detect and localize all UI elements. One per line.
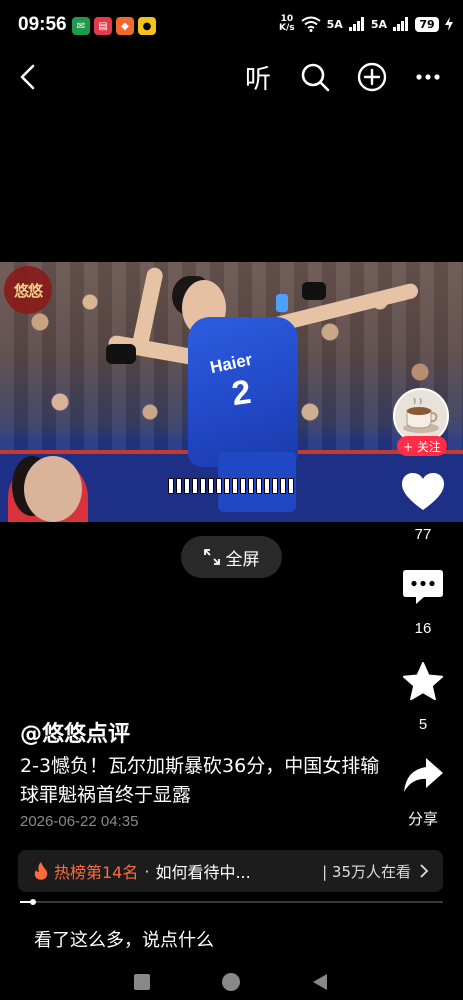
add-button[interactable] <box>352 55 392 99</box>
search-icon <box>301 63 330 92</box>
system-nav-bar <box>0 966 463 1000</box>
star-icon <box>403 662 443 701</box>
hot-rank-label: 热榜第14名 <box>54 863 139 882</box>
charging-icon <box>445 17 453 31</box>
player-elbow-sleeve <box>106 344 136 364</box>
hot-viewers: | 35万人在看 <box>322 862 411 881</box>
fullscreen-button[interactable]: 全屏 <box>181 536 282 578</box>
hot-topic: 如何看待中... <box>155 863 251 882</box>
comment-count: 16 <box>414 620 432 637</box>
video-progress-track[interactable] <box>20 901 443 903</box>
heart-icon <box>402 473 444 510</box>
listen-label: 听 <box>244 64 271 95</box>
signal-icon <box>393 17 408 31</box>
top-nav: 听 <box>0 55 463 99</box>
follow-button[interactable]: + 关注 <box>397 436 447 456</box>
hot-list-banner[interactable]: 热榜第14名 · 如何看待中... | 35万人在看 <box>18 850 443 892</box>
app-notification-icon: ✉ <box>72 17 90 35</box>
post-title: 2-3憾负！瓦尔加斯暴砍36分，中国女排输球罪魁祸首终于显露 <box>20 755 380 806</box>
author-name[interactable]: @悠悠点评 <box>20 716 130 748</box>
back-arrow-icon <box>20 64 35 90</box>
favorite-count: 5 <box>418 716 428 733</box>
subtitle-placeholder <box>156 478 306 494</box>
fullscreen-label: 全屏 <box>225 549 260 570</box>
player-arm-band <box>276 294 288 312</box>
net-speed: 10 K/s <box>279 15 295 33</box>
listen-button[interactable]: 听 <box>238 55 278 99</box>
plus-circle-icon <box>357 62 387 92</box>
player-wrist-band <box>302 282 326 300</box>
app-notification-icon: ▤ <box>94 17 112 35</box>
app-notification-icon: ● <box>138 17 156 35</box>
battery-indicator: 79 <box>415 16 439 32</box>
search-button[interactable] <box>295 55 335 99</box>
comment-input[interactable]: 看了这么多，说点什么 <box>34 926 214 952</box>
like-count: 77 <box>414 526 432 543</box>
status-time: 09:56 <box>18 14 67 35</box>
hot-separator: · <box>144 861 150 881</box>
like-button[interactable]: 77 <box>393 472 453 543</box>
comment-button[interactable]: 16 <box>393 568 453 637</box>
coffee-cup-icon <box>403 398 439 433</box>
status-indicators: 10 K/s 5A 5A 79 <box>279 15 453 33</box>
signal-icon <box>348 17 364 31</box>
more-button[interactable] <box>408 55 448 99</box>
back-triangle-icon[interactable] <box>312 973 328 991</box>
share-button[interactable]: 分享 <box>393 756 453 829</box>
opponent-head <box>24 456 82 522</box>
status-bar: 09:56 ✉ ▤ ◆ ● 10 K/s 5A 5A 79 <box>0 0 463 50</box>
chevron-right-icon <box>420 864 429 878</box>
recents-button[interactable] <box>134 974 150 990</box>
wifi-icon <box>301 16 321 32</box>
share-arrow-icon <box>404 758 443 792</box>
home-button[interactable] <box>222 973 240 991</box>
expand-icon <box>203 549 220 565</box>
back-button[interactable] <box>8 55 48 99</box>
app-notification-icon: ◆ <box>116 17 134 35</box>
net-speed-unit: K/s <box>279 23 295 33</box>
post-date: 2026-06-22 04:35 <box>20 813 139 830</box>
signal-label: 5A <box>326 17 343 31</box>
more-icon <box>416 74 440 80</box>
share-label: 分享 <box>407 811 438 828</box>
comment-bubble-icon <box>403 570 443 604</box>
fire-icon <box>34 862 48 880</box>
favorite-button[interactable]: 5 <box>393 662 453 733</box>
signal-label: 5A <box>370 17 387 31</box>
video-progress-handle[interactable] <box>29 899 36 905</box>
channel-watermark: 悠悠 <box>4 266 52 314</box>
